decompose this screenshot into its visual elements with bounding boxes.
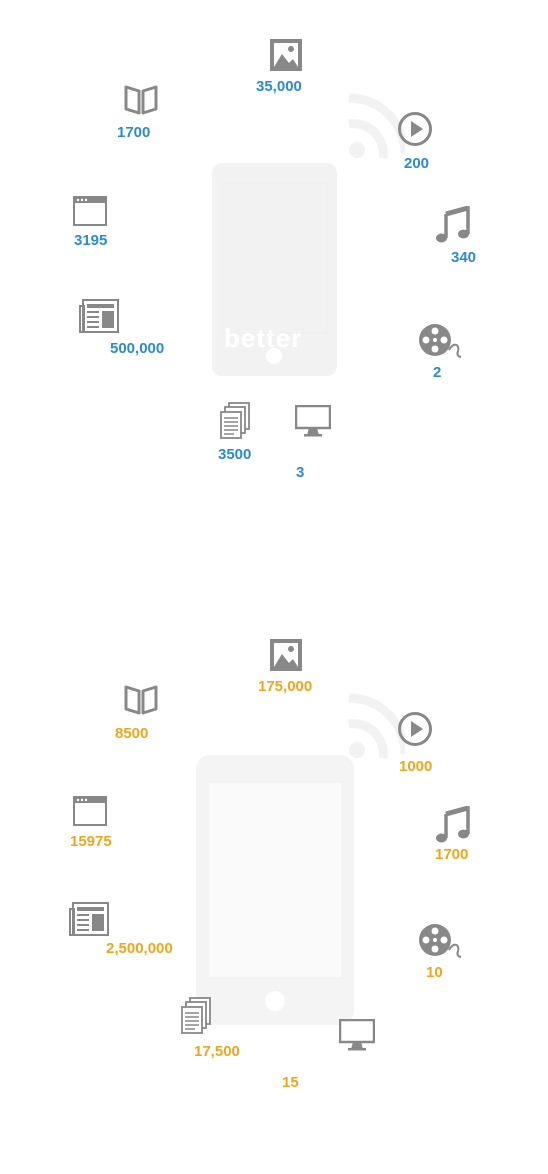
browser-window-icon xyxy=(73,796,107,826)
monitor-icon xyxy=(339,1019,375,1051)
wifi-signal-icon xyxy=(345,88,410,168)
wifi-signal-icon xyxy=(345,688,410,768)
film-value: 10 xyxy=(426,964,443,981)
play-icon xyxy=(397,711,433,747)
music-value: 340 xyxy=(451,249,477,266)
film-reel-icon xyxy=(418,923,462,959)
monitor-value: 3 xyxy=(296,464,305,481)
music-note-icon xyxy=(435,806,471,844)
monitor-value: 15 xyxy=(282,1074,299,1091)
newspaper-icon xyxy=(79,299,119,333)
bottom-panel: 175,000 8500 1000 15975 1700 2,500,000 1… xyxy=(0,600,548,1174)
documents-value: 3500 xyxy=(218,446,252,463)
news-value: 2,500,000 xyxy=(106,940,173,957)
play-value: 1000 xyxy=(399,758,433,775)
music-note-icon xyxy=(435,206,471,244)
documents-value: 17,500 xyxy=(194,1043,240,1060)
smartphone-icon xyxy=(196,755,354,1025)
image-icon xyxy=(269,38,303,72)
smartphone-icon: better xyxy=(212,163,337,376)
book-value: 1700 xyxy=(117,124,151,141)
newspaper-icon xyxy=(69,902,109,936)
documents-icon xyxy=(219,402,251,440)
news-value: 500,000 xyxy=(110,340,165,357)
book-icon xyxy=(124,683,158,715)
documents-icon xyxy=(180,997,212,1035)
film-value: 2 xyxy=(433,364,442,381)
browser-value: 15975 xyxy=(70,833,112,850)
browser-window-icon xyxy=(73,196,107,226)
image-icon xyxy=(269,638,303,672)
play-icon xyxy=(397,111,433,147)
play-value: 200 xyxy=(404,155,430,172)
image-value: 35,000 xyxy=(256,78,302,95)
monitor-icon xyxy=(295,405,331,437)
top-panel: better 35,000 1700 200 3195 340 500,000 … xyxy=(0,0,548,574)
image-value: 175,000 xyxy=(258,678,313,695)
phone-ghost-word: better xyxy=(224,323,303,353)
book-value: 8500 xyxy=(115,725,149,742)
music-value: 1700 xyxy=(435,846,469,863)
book-icon xyxy=(124,83,158,115)
browser-value: 3195 xyxy=(74,232,108,249)
film-reel-icon xyxy=(418,323,462,359)
